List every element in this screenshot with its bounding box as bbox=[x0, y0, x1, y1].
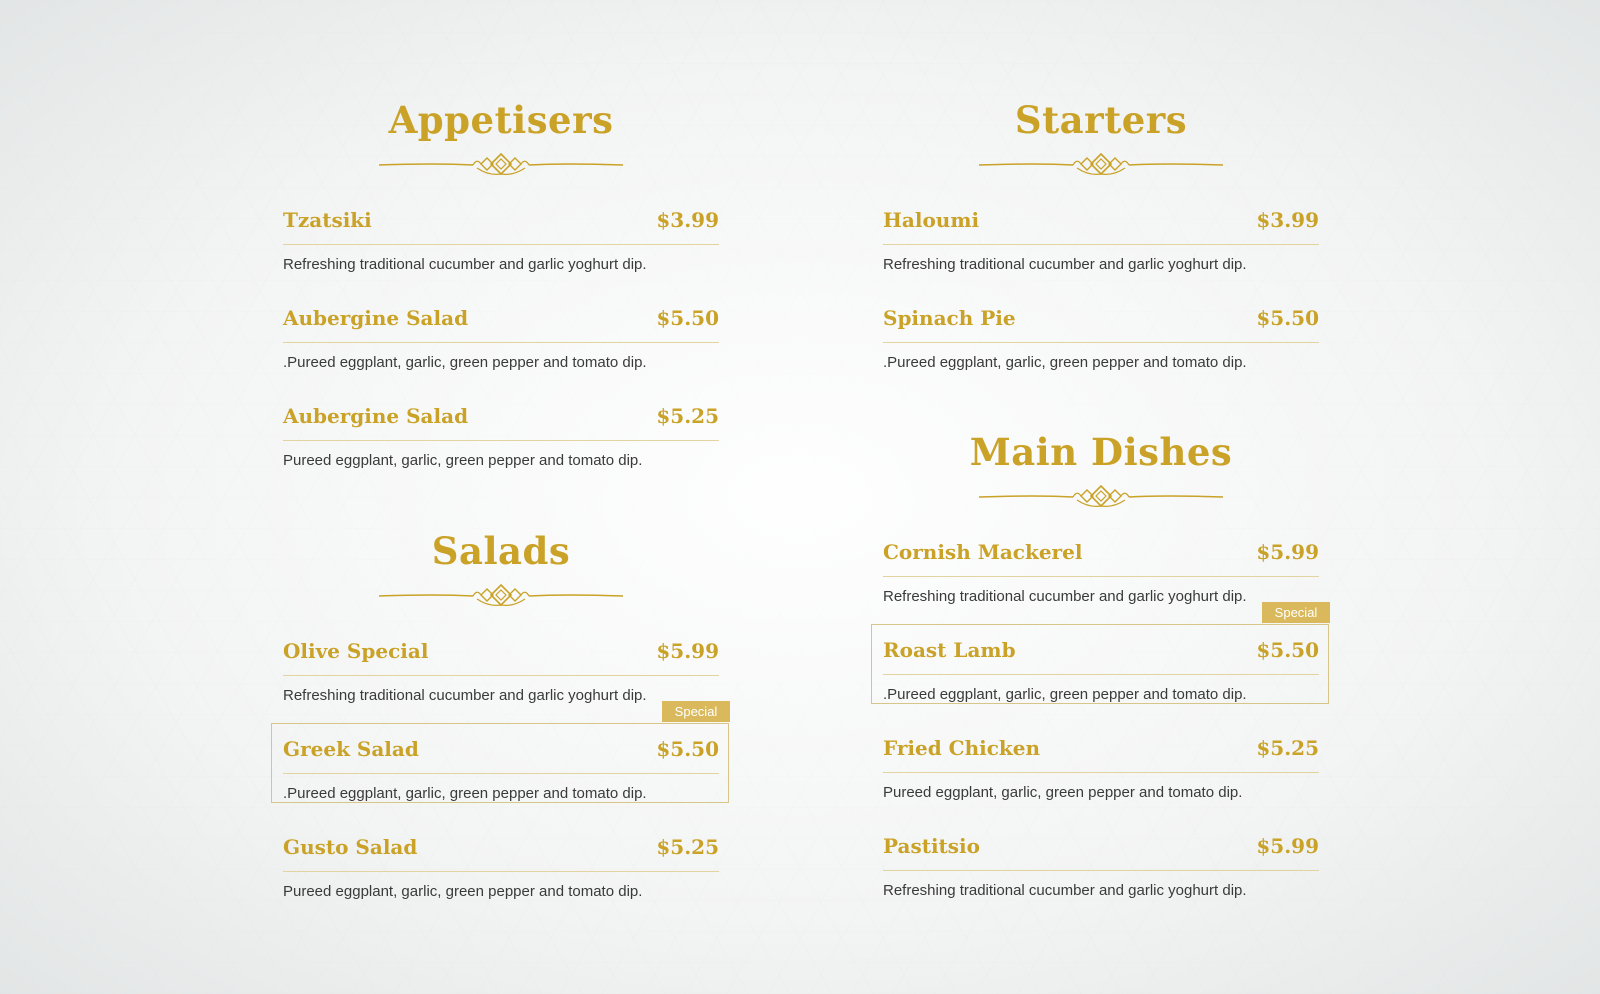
section-title: Starters bbox=[1014, 98, 1188, 142]
section-title: Main Dishes bbox=[969, 430, 1233, 474]
item-divider bbox=[883, 674, 1319, 675]
item-description: Refreshing traditional cucumber and garl… bbox=[883, 588, 1247, 605]
divider-ornament-icon bbox=[377, 150, 625, 180]
item-price: $5.99 bbox=[1256, 834, 1319, 858]
item-price: $5.99 bbox=[1256, 540, 1319, 564]
item-divider bbox=[883, 244, 1319, 245]
menu-item-special[interactable]: Special Greek Salad $5.50 .Pureed eggpla… bbox=[271, 701, 730, 815]
item-divider bbox=[283, 342, 719, 343]
item-price: $3.99 bbox=[656, 208, 719, 232]
item-price: $5.25 bbox=[656, 835, 719, 859]
item-price: $5.99 bbox=[656, 639, 719, 663]
menu-item[interactable]: Pastitsio $5.99 Refreshing traditional c… bbox=[883, 832, 1319, 912]
item-name: Olive Special bbox=[283, 639, 429, 663]
item-name: Tzatsiki bbox=[283, 208, 372, 232]
item-divider bbox=[283, 675, 719, 676]
item-name: Gusto Salad bbox=[283, 835, 418, 859]
divider-ornament-icon bbox=[377, 581, 625, 611]
item-divider bbox=[283, 440, 719, 441]
divider-ornament-icon bbox=[977, 150, 1225, 180]
item-name: Fried Chicken bbox=[883, 736, 1041, 760]
item-description: Refreshing traditional cucumber and garl… bbox=[283, 687, 647, 704]
item-divider bbox=[283, 773, 719, 774]
item-description: Refreshing traditional cucumber and garl… bbox=[283, 256, 647, 273]
item-description: Refreshing traditional cucumber and garl… bbox=[883, 882, 1247, 899]
item-name: Pastitsio bbox=[883, 834, 980, 858]
menu-item[interactable]: Spinach Pie $5.50 .Pureed eggplant, garl… bbox=[883, 304, 1319, 384]
item-description: .Pureed eggplant, garlic, green pepper a… bbox=[883, 686, 1247, 703]
item-name: Spinach Pie bbox=[883, 306, 1016, 330]
item-description: Pureed eggplant, garlic, green pepper an… bbox=[283, 452, 643, 469]
item-description: .Pureed eggplant, garlic, green pepper a… bbox=[883, 354, 1247, 371]
item-price: $5.25 bbox=[656, 404, 719, 428]
section-title: Appetisers bbox=[388, 98, 614, 142]
menu-item[interactable]: Olive Special $5.99 Refreshing tradition… bbox=[283, 637, 719, 717]
item-name: Roast Lamb bbox=[883, 638, 1016, 662]
item-name: Cornish Mackerel bbox=[883, 540, 1083, 564]
item-description: .Pureed eggplant, garlic, green pepper a… bbox=[283, 354, 647, 371]
menu-item[interactable]: Aubergine Salad $5.50 .Pureed eggplant, … bbox=[283, 304, 719, 384]
menu-item[interactable]: Gusto Salad $5.25 Pureed eggplant, garli… bbox=[283, 833, 719, 913]
item-description: .Pureed eggplant, garlic, green pepper a… bbox=[283, 785, 647, 802]
item-name: Haloumi bbox=[883, 208, 980, 232]
item-description: Pureed eggplant, garlic, green pepper an… bbox=[883, 784, 1243, 801]
item-price: $5.50 bbox=[656, 306, 719, 330]
item-divider bbox=[283, 871, 719, 872]
item-name: Aubergine Salad bbox=[283, 404, 469, 428]
menu-item[interactable]: Aubergine Salad $5.25 Pureed eggplant, g… bbox=[283, 402, 719, 482]
item-divider bbox=[883, 870, 1319, 871]
item-description: Refreshing traditional cucumber and garl… bbox=[883, 256, 1247, 273]
item-price: $5.50 bbox=[656, 737, 719, 761]
item-price: $5.25 bbox=[1256, 736, 1319, 760]
section-title: Salads bbox=[431, 529, 571, 573]
menu-item[interactable]: Tzatsiki $3.99 Refreshing traditional cu… bbox=[283, 206, 719, 286]
item-description: Pureed eggplant, garlic, green pepper an… bbox=[283, 883, 643, 900]
divider-ornament-icon bbox=[977, 482, 1225, 512]
item-name: Aubergine Salad bbox=[283, 306, 469, 330]
menu-item-special[interactable]: Special Roast Lamb $5.50 .Pureed eggplan… bbox=[871, 602, 1330, 716]
item-price: $5.50 bbox=[1256, 306, 1319, 330]
special-badge: Special bbox=[662, 701, 730, 722]
item-price: $5.50 bbox=[1256, 638, 1319, 662]
item-divider bbox=[283, 244, 719, 245]
special-badge: Special bbox=[1262, 602, 1330, 623]
menu-item[interactable]: Cornish Mackerel $5.99 Refreshing tradit… bbox=[883, 538, 1319, 618]
item-price: $3.99 bbox=[1256, 208, 1319, 232]
menu-item[interactable]: Haloumi $3.99 Refreshing traditional cuc… bbox=[883, 206, 1319, 286]
menu-item[interactable]: Fried Chicken $5.25 Pureed eggplant, gar… bbox=[883, 734, 1319, 814]
item-divider bbox=[883, 772, 1319, 773]
item-name: Greek Salad bbox=[283, 737, 419, 761]
item-divider bbox=[883, 342, 1319, 343]
item-divider bbox=[883, 576, 1319, 577]
